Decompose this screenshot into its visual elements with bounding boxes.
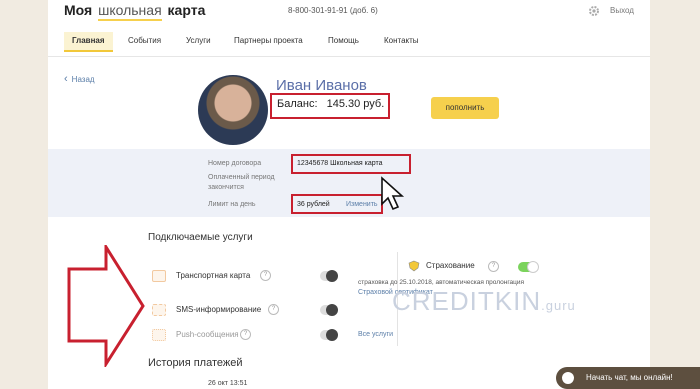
services-title: Подключаемые услуги (148, 232, 253, 243)
nav-tab-services[interactable]: Услуги (186, 32, 211, 50)
service-row-transport: Транспортная карта ? (152, 270, 342, 286)
logout-link[interactable]: Выход (610, 6, 634, 15)
watermark-suffix: .guru (541, 298, 576, 313)
balance-label: Баланс: (277, 98, 318, 110)
balance-value: 145.30 руб. (326, 98, 385, 110)
site-logo[interactable]: Моя школьная карта (64, 2, 206, 21)
push-icon (152, 329, 166, 341)
gear-icon[interactable] (588, 5, 600, 17)
help-icon[interactable]: ? (268, 304, 279, 315)
nav-tab-events[interactable]: События (128, 32, 161, 50)
chat-icon (562, 372, 574, 384)
service-label: Транспортная карта (176, 271, 251, 280)
toggle-push[interactable] (320, 329, 338, 341)
contract-number-label: Номер договора (208, 160, 262, 167)
help-icon[interactable]: ? (488, 261, 499, 272)
support-phone: 8-800-301-91-91 (доб. 6) (288, 6, 378, 15)
toggle-transport[interactable] (320, 270, 338, 282)
payment-history-title: История платежей (148, 357, 243, 369)
mouse-pointer-icon (381, 176, 405, 211)
back-label: Назад (71, 75, 95, 84)
back-link[interactable]: ‹ Назад (64, 73, 95, 85)
profile-card: ‹ Назад Иван Иванов Баланс: 145.30 руб. п… (48, 57, 650, 149)
nav-tab-help[interactable]: Помощь (328, 32, 359, 50)
chevron-left-icon: ‹ (64, 73, 68, 85)
nav-tab-home[interactable]: Главная (64, 32, 113, 52)
history-first-date: 26 окт 13:51 (208, 380, 248, 387)
shield-icon (408, 260, 420, 272)
insurance-note: страховка до 25.10.2018, автоматическая … (358, 279, 525, 286)
nav-tab-partners[interactable]: Партнеры проекта (234, 32, 303, 50)
help-icon[interactable]: ? (240, 329, 251, 340)
logo-word-2: школьная (98, 2, 162, 21)
logo-word-1: Моя (64, 2, 93, 18)
daily-limit-label: Лимит на день (208, 201, 256, 208)
all-services-link[interactable]: Все услуги (358, 331, 393, 338)
arrow-right-icon (67, 245, 145, 367)
site-header: Моя школьная карта 8-800-301-91-91 (доб.… (48, 0, 650, 57)
paid-period-label-line-2: закончится (208, 184, 244, 191)
chat-button[interactable]: Начать чат, мы онлайн! (556, 367, 700, 389)
topup-button[interactable]: пополнить (431, 97, 499, 119)
avatar (198, 75, 268, 145)
service-label: SMS-информирование (176, 305, 262, 314)
chat-label: Начать чат, мы онлайн! (586, 373, 673, 382)
help-icon[interactable]: ? (260, 270, 271, 281)
watermark: CREDITKIN.guru (392, 286, 576, 317)
contract-info: Номер договора 12345678 Школьная карта О… (48, 149, 650, 217)
logo-word-3: карта (167, 2, 206, 18)
toggle-sms[interactable] (320, 304, 338, 316)
user-name: Иван Иванов (276, 77, 367, 94)
balance: Баланс: 145.30 руб. (277, 98, 384, 110)
service-row-sms: SMS-информирование ? (152, 304, 342, 320)
daily-limit-value: 36 рублей (297, 201, 330, 208)
contract-number-value: 12345678 Школьная карта (297, 160, 383, 167)
paid-period-label-line-1: Оплаченный период (208, 174, 275, 181)
sms-icon (152, 304, 166, 316)
card-icon (152, 270, 166, 282)
watermark-main: CREDITKIN (392, 286, 542, 316)
change-limit-link[interactable]: Изменить (346, 201, 378, 208)
insurance-label: Страхование (426, 261, 475, 270)
toggle-insurance[interactable] (518, 261, 539, 273)
service-label: Push-сообщения (176, 330, 239, 339)
service-row-push: Push-сообщения ? (152, 329, 342, 345)
nav-tab-contacts[interactable]: Контакты (384, 32, 419, 50)
